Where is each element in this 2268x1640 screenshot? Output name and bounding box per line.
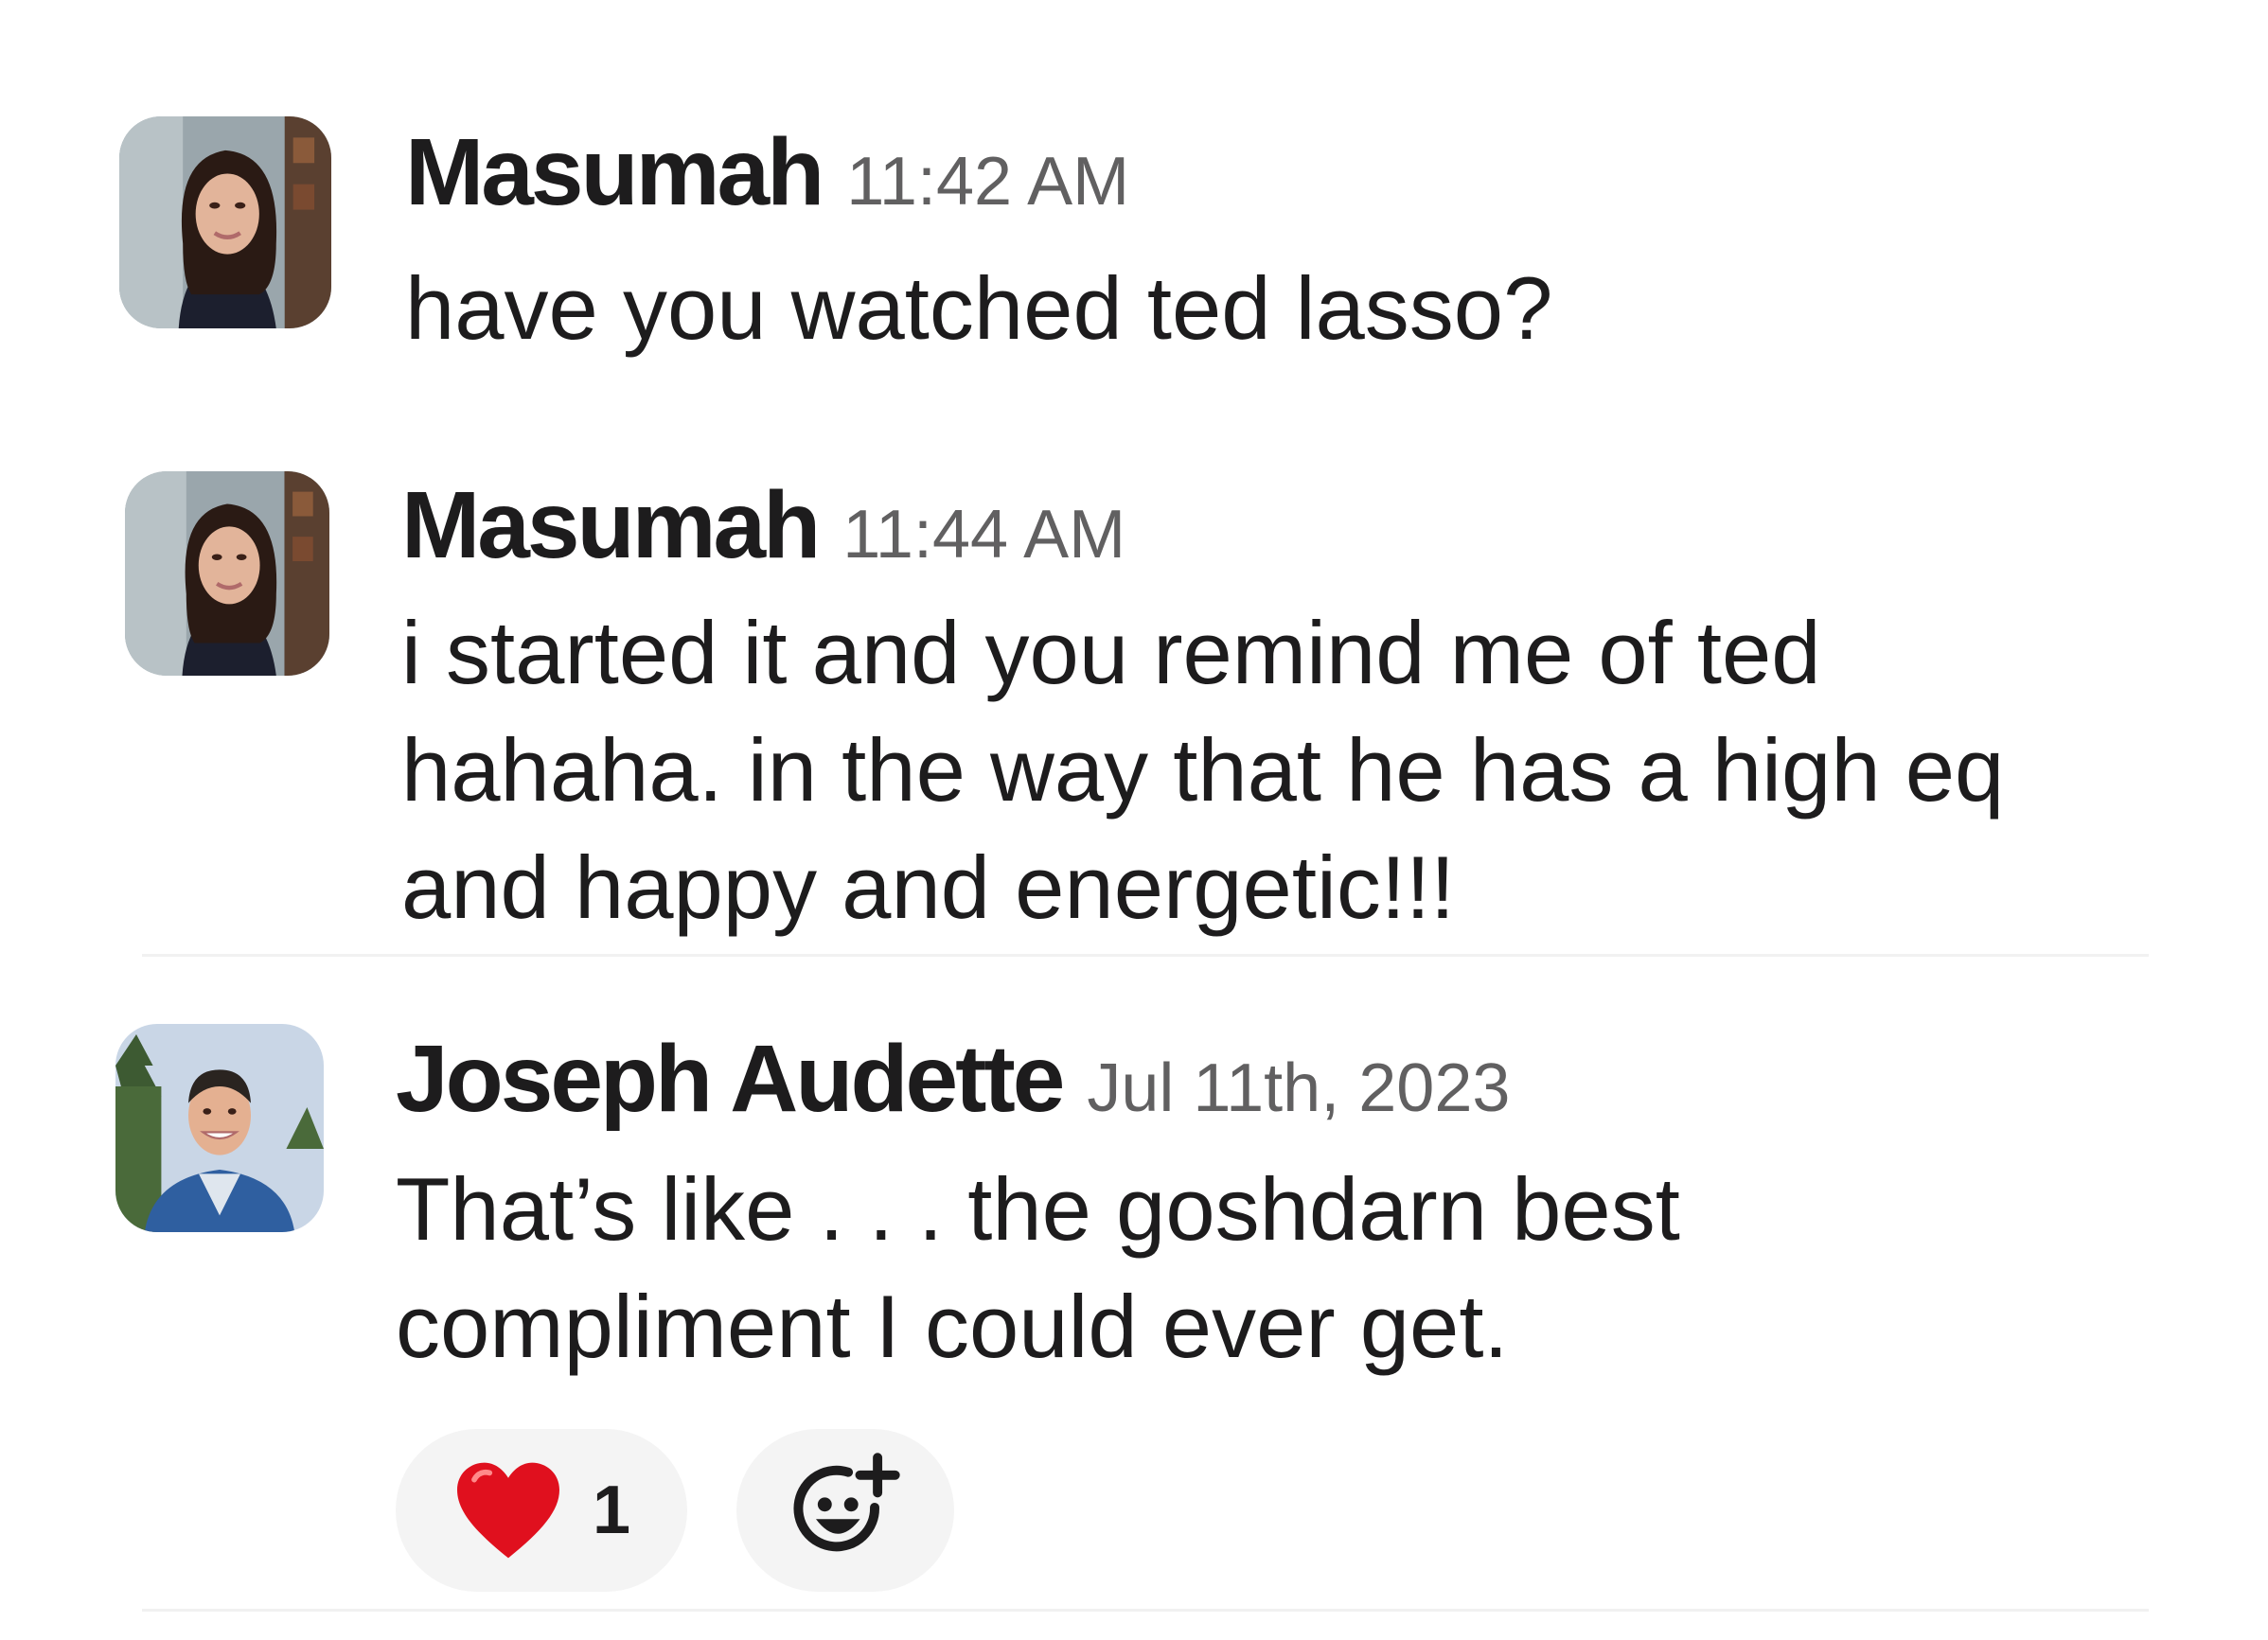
message-text: That’s like . . . the goshdarn best comp…: [396, 1159, 1680, 1376]
avatar-photo-masumah: [125, 471, 329, 676]
message-header: Masumah 11:44 AM: [401, 478, 1125, 573]
avatar-photo-joseph-audette: [115, 1024, 324, 1232]
reaction-count: 1: [592, 1472, 631, 1548]
sender-name[interactable]: Masumah: [401, 472, 821, 578]
avatar-masumah[interactable]: [125, 471, 329, 676]
add-reaction-icon: [787, 1452, 904, 1569]
reaction-heart[interactable]: 1: [396, 1429, 687, 1592]
message-timestamp[interactable]: 11:42 AM: [846, 144, 1129, 220]
message-divider: [142, 954, 2149, 957]
message-header: Masumah 11:42 AM: [405, 125, 1129, 220]
message-text: i started it and you remind me of ted ha…: [401, 603, 2005, 937]
sender-name[interactable]: Masumah: [405, 119, 824, 225]
message-divider: [142, 1609, 2149, 1612]
message-text: have you watched ted lasso?: [405, 258, 1553, 358]
message-timestamp[interactable]: 11:44 AM: [842, 497, 1125, 573]
heart-emoji-icon: [452, 1459, 564, 1561]
message-timestamp[interactable]: Jul 11th, 2023: [1087, 1050, 1510, 1126]
avatar-masumah[interactable]: [119, 116, 331, 328]
sender-name[interactable]: Joseph Audette: [396, 1026, 1065, 1132]
avatar-joseph-audette[interactable]: [115, 1024, 324, 1232]
avatar-photo-masumah: [119, 116, 331, 328]
add-reaction-button[interactable]: [736, 1429, 954, 1592]
message-header: Joseph Audette Jul 11th, 2023: [396, 1032, 1510, 1126]
